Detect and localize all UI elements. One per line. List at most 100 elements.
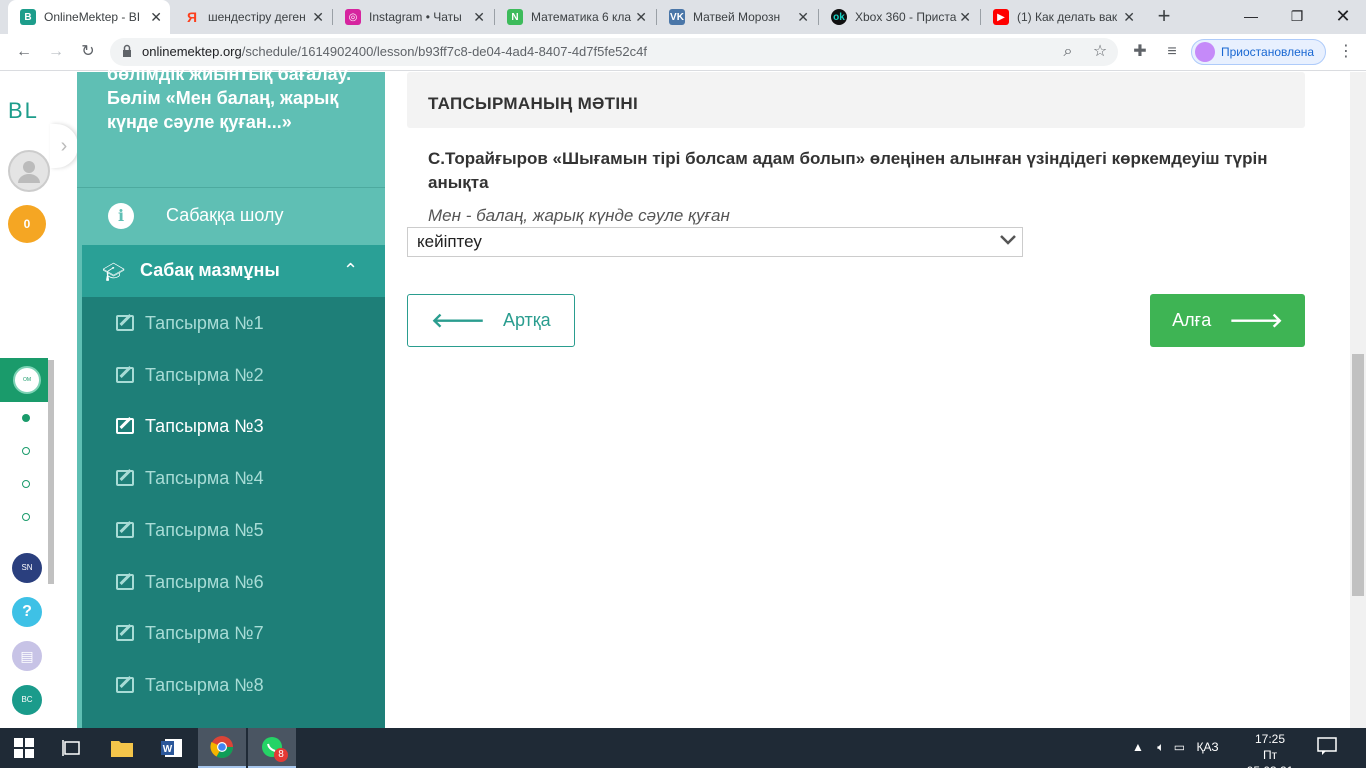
smart-nation-icon[interactable]: SN [12,553,42,583]
close-tab-icon[interactable]: ✕ [473,9,485,26]
user-silhouette-icon [18,161,40,183]
edit-icon [116,470,134,486]
close-window-button[interactable]: ✕ [1320,0,1366,34]
arrow-right-icon: 🡒 [1229,310,1283,332]
bl-logo[interactable]: BL [8,98,39,124]
forward-arrow-icon[interactable]: → [44,40,68,64]
coins-badge[interactable]: 0 [8,205,46,243]
edit-icon [116,522,134,538]
notifications-icon[interactable] [1316,736,1344,760]
onlinemektep-logo-icon: OM [13,366,41,394]
media-queue-icon[interactable]: ≡ [1160,40,1184,64]
rail-dot-active[interactable] [22,414,30,422]
edit-icon [116,625,134,641]
edit-icon [116,315,134,331]
restore-button[interactable]: ❐ [1274,0,1320,34]
close-tab-icon[interactable]: ✕ [312,9,324,26]
lesson-title: бөлімдік жиынтық бағалау. Бөлім «Мен бал… [107,64,352,132]
close-tab-icon[interactable]: ✕ [1123,9,1135,26]
reload-icon[interactable]: ↻ [76,40,100,64]
task-item-7[interactable]: Тапсырма №7 [82,607,385,659]
profile-button[interactable]: Приостановлена [1191,39,1326,65]
taskbar-clock[interactable]: 17:25 Пт 05.03.21 [1240,731,1300,779]
task-item-8[interactable]: Тапсырма №8 [82,659,385,711]
file-explorer-icon[interactable] [98,728,146,768]
onlinemektep-favicon-icon: B [20,9,36,25]
chrome-taskbar-icon[interactable] [198,728,246,768]
answer-dropdown[interactable] [407,227,1023,257]
task-item-6[interactable]: Тапсырма №6 [82,556,385,608]
graduation-cap-icon: 🎓︎ [102,262,125,282]
rail-dot[interactable] [22,447,30,455]
close-tab-icon[interactable]: ✕ [150,9,162,26]
extensions-puzzle-icon[interactable]: ✚ [1128,40,1152,64]
task-question: С.Торайғыров «Шығамын тірі болсам адам б… [428,149,1268,192]
word-icon[interactable]: W [148,728,196,768]
previous-task-label: Артқа [502,310,551,330]
task-label: Тапсырма №2 [145,364,264,385]
user-avatar[interactable] [8,150,50,192]
bilim-center-icon[interactable]: BC [12,685,42,715]
whatsapp-unread-badge: 8 [274,748,288,762]
url-text[interactable]: onlinemektep.org/schedule/1614902400/les… [142,44,647,59]
task-label: Тапсырма №7 [145,622,264,643]
task-label: Тапсырма №6 [145,571,264,592]
chevron-down-icon[interactable] [998,229,1018,254]
back-arrow-icon[interactable]: ← [12,40,36,64]
close-tab-icon[interactable]: ✕ [959,9,971,26]
task-item-3-current[interactable]: Тапсырма №3 [82,400,385,452]
new-tab-button[interactable]: + [1150,4,1178,30]
browser-menu-icon[interactable]: ⋮ [1334,40,1358,64]
tab-instagram[interactable]: ◎ Instagram • Чаты ✕ [333,0,493,34]
rail-dot[interactable] [22,480,30,488]
page-scrollbar-thumb[interactable] [1352,354,1364,596]
tab-onlinemektep[interactable]: B OnlineMektep - BI ✕ [8,0,170,34]
answer-selected-value[interactable]: кейіптеу [417,232,482,252]
keyboard-icon[interactable]: ▤ [12,641,42,671]
url-host: onlinemektep.org [142,44,242,59]
chevron-up-icon[interactable]: ⌃ [343,260,358,281]
clock-date: Пт 05.03.21 [1246,748,1294,778]
lesson-overview-label: Сабаққа шолу [166,205,284,225]
zoom-icon[interactable]: ⌕ [1056,40,1080,64]
volume-icon[interactable]: 🔈︎ [1157,740,1164,754]
previous-task-button[interactable]: 🡐 Артқа [407,294,575,347]
tab-yandex[interactable]: Я шендестіру деген ✕ [172,0,332,34]
arrow-left-icon: 🡐 [431,310,485,332]
whatsapp-taskbar-icon[interactable]: 8 [248,728,296,768]
close-tab-icon[interactable]: ✕ [635,9,647,26]
profile-status: Приостановлена [1221,45,1315,59]
show-hidden-icons-icon[interactable]: ▲ [1132,740,1144,754]
tab-vk[interactable]: VK Матвей Морозн ✕ [657,0,817,34]
input-language[interactable]: ҚАЗ [1196,740,1218,754]
info-icon: i [108,203,134,229]
rail-dot[interactable] [22,513,30,521]
task-item-2[interactable]: Тапсырма №2 [82,349,385,401]
battery-icon[interactable]: ▭ [1174,740,1185,754]
task-item-4[interactable]: Тапсырма №4 [82,452,385,504]
close-tab-icon[interactable]: ✕ [797,9,809,26]
minimize-button[interactable]: — [1228,0,1274,34]
task-label: Тапсырма №8 [145,674,264,695]
rail-scrollbar[interactable] [48,360,54,584]
tab-math[interactable]: N Математика 6 кла ✕ [495,0,655,34]
next-task-button[interactable]: Алға 🡒 [1150,294,1305,347]
lock-icon[interactable] [122,44,132,58]
expand-menu-chevron-icon[interactable]: › [50,124,78,168]
task-label: Тапсырма №3 [145,415,264,436]
help-question-icon[interactable]: ? [12,597,42,627]
bookmark-star-icon[interactable]: ☆ [1088,40,1112,64]
task-view-icon[interactable] [48,728,96,768]
system-tray[interactable]: ▲ 🔈︎ ▭ ҚАЗ [1132,740,1219,755]
windows-start-icon[interactable] [0,728,48,768]
youtube-favicon-icon: ▶ [993,9,1009,25]
clock-time: 17:25 [1254,732,1286,746]
instagram-favicon-icon: ◎ [345,9,361,25]
task-item-5[interactable]: Тапсырма №5 [82,504,385,556]
task-header-title: ТАПСЫРМАНЫҢ МӘТІНІ [428,94,638,113]
task-item-1[interactable]: Тапсырма №1 [82,297,385,349]
tab-youtube[interactable]: ▶ (1) Как делать вак ✕ [981,0,1143,34]
url-path: /schedule/1614902400/lesson/b93ff7c8-de0… [241,44,647,59]
tab-xbox[interactable]: ok Xbox 360 - Приста ✕ [819,0,979,34]
task-label: Тапсырма №4 [145,467,264,488]
